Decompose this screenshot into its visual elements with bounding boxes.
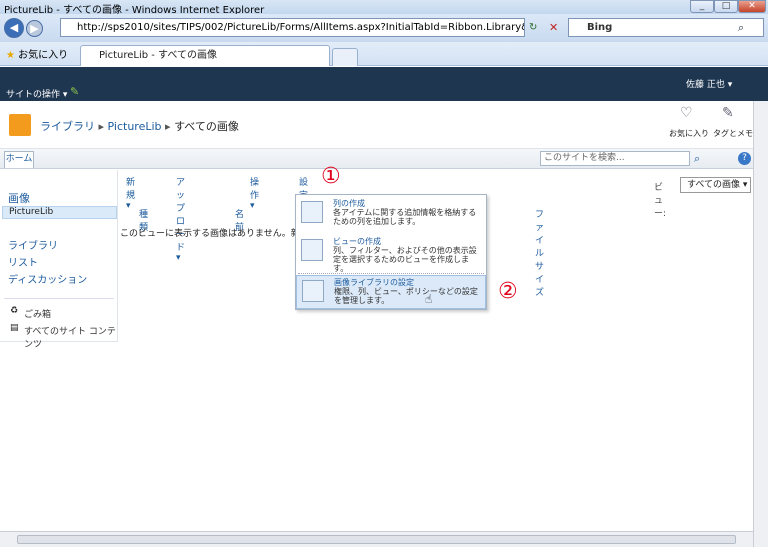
callout-two: ② — [498, 279, 518, 304]
stop-icon[interactable]: ✕ — [549, 21, 558, 34]
tag-icon[interactable]: ✎ — [722, 105, 734, 121]
breadcrumb: ライブラリ ▸ PictureLib ▸ すべての画像 — [40, 118, 239, 134]
page-header: ライブラリ ▸ PictureLib ▸ すべての画像 ♡ お気に入り ✎ タグ… — [0, 101, 768, 149]
breadcrumb-root[interactable]: ライブラリ — [40, 120, 95, 133]
maximize-button[interactable]: □ — [714, 0, 738, 13]
create-column-icon — [301, 201, 323, 223]
nav-item-picturelib[interactable]: PictureLib — [2, 206, 117, 219]
recycle-bin-icon: ♻ — [10, 306, 19, 316]
nav-recycle-bin[interactable]: ごみ箱 — [24, 307, 51, 320]
site-content-icon: ▤ — [10, 323, 19, 333]
settings-dropdown: 列の作成 各アイテムに関する追加情報を格納するための列を追加します。 ビューの作… — [295, 194, 487, 310]
address-input[interactable]: http://sps2010/sites/TIPS/002/PictureLib… — [60, 18, 525, 37]
star-icon: ★ — [6, 50, 15, 61]
search-input[interactable]: Bing — [568, 18, 764, 37]
column-file-size[interactable]: ファイル サイズ — [535, 207, 544, 298]
menu-item-title: 列の作成 — [333, 199, 365, 208]
user-menu[interactable]: 佐藤 正也 ▾ — [686, 77, 732, 90]
nav-item-discussions[interactable]: ディスカッション — [8, 271, 87, 286]
tags-label[interactable]: タグとメモ — [713, 128, 753, 139]
favorites-label: お気に入り — [18, 50, 69, 61]
left-navigation: 画像 PictureLib ライブラリ リスト ディスカッション ♻ ごみ箱 ▤… — [0, 170, 118, 350]
tab-row: ★ お気に入り PictureLib - すべての画像 — [0, 42, 768, 66]
actions-menu[interactable]: 操作 ▾ — [250, 175, 259, 211]
menu-item-create-view[interactable]: ビューの作成 列、フィルター、およびその他の表示設定を選択するためのビューを作成… — [296, 233, 486, 273]
refresh-icon[interactable]: ↻ — [529, 22, 537, 33]
menu-item-desc: 列、フィルター、およびその他の表示設定を選択するためのビューを作成します。 — [333, 246, 477, 273]
new-tab-button[interactable] — [332, 48, 358, 66]
favorites-button[interactable]: ★ お気に入り — [6, 46, 68, 61]
like-label[interactable]: お気に入り — [669, 128, 709, 139]
nav-divider — [4, 298, 114, 299]
back-button[interactable]: ◀ — [4, 18, 24, 38]
nav-item-libraries[interactable]: ライブラリ — [8, 237, 58, 252]
site-actions-menu[interactable]: サイトの操作 ▾ — [6, 87, 67, 100]
address-bar-row: ◀ ▶ http://sps2010/sites/TIPS/002/Pictur… — [0, 14, 768, 42]
window-titlebar: PictureLib - すべての画像 - Windows Internet E… — [0, 0, 768, 16]
browser-tab-active[interactable]: PictureLib - すべての画像 — [80, 45, 330, 66]
menu-item-title: 画像ライブラリの設定 — [334, 278, 414, 287]
hand-cursor-icon: ☝ — [425, 292, 433, 306]
ribbon: ホーム このサイトを検索... ⌕ ? — [0, 149, 768, 169]
forward-button[interactable]: ▶ — [26, 20, 43, 37]
callout-one: ① — [321, 164, 341, 189]
vertical-scrollbar[interactable] — [753, 101, 768, 547]
breadcrumb-view[interactable]: すべての画像 — [174, 120, 239, 133]
site-search-icon[interactable]: ⌕ — [694, 152, 700, 166]
site-search-input[interactable]: このサイトを検索... — [540, 151, 690, 166]
nav-all-site-content[interactable]: すべてのサイト コンテンツ — [24, 324, 117, 350]
help-icon[interactable]: ? — [738, 152, 751, 165]
view-label: ビュー: — [654, 183, 667, 219]
scrollbar-thumb[interactable] — [17, 535, 736, 544]
nav-heading-pictures[interactable]: 画像 — [8, 190, 30, 206]
edit-page-icon[interactable]: ✎ — [70, 85, 79, 98]
tab-home[interactable]: ホーム — [4, 151, 34, 168]
minimize-button[interactable]: _ — [690, 0, 714, 13]
menu-item-title: ビューの作成 — [333, 237, 381, 246]
library-settings-icon — [302, 280, 324, 302]
nav-item-lists[interactable]: リスト — [8, 254, 38, 269]
close-window-button[interactable]: ✕ — [738, 0, 766, 13]
search-icon[interactable]: ⌕ — [738, 21, 744, 35]
breadcrumb-separator: ▸ — [98, 120, 105, 133]
upload-menu[interactable]: アップロード ▾ — [176, 175, 185, 263]
library-icon — [9, 114, 31, 136]
like-icon[interactable]: ♡ — [680, 105, 693, 121]
new-menu[interactable]: 新規 ▾ — [126, 175, 135, 211]
sharepoint-topbar: サイトの操作 ▾ ✎ 佐藤 正也 ▾ — [0, 67, 768, 101]
horizontal-scrollbar[interactable] — [0, 531, 753, 547]
breadcrumb-library[interactable]: PictureLib — [108, 120, 162, 133]
breadcrumb-separator: ▸ — [165, 120, 171, 133]
menu-item-library-settings[interactable]: 画像ライブラリの設定 権限、列、ビュー、ポリシーなどの設定を管理します。 ☝ — [296, 275, 486, 309]
menu-item-desc: 各アイテムに関する追加情報を格納するための列を追加します。 — [333, 208, 477, 226]
menu-item-create-column[interactable]: 列の作成 各アイテムに関する追加情報を格納するための列を追加します。 — [296, 195, 486, 233]
menu-separator — [298, 273, 484, 274]
menu-item-desc: 権限、列、ビュー、ポリシーなどの設定を管理します。 — [334, 287, 478, 305]
view-selector[interactable]: すべての画像 ▾ — [680, 177, 751, 193]
create-view-icon — [301, 239, 323, 261]
